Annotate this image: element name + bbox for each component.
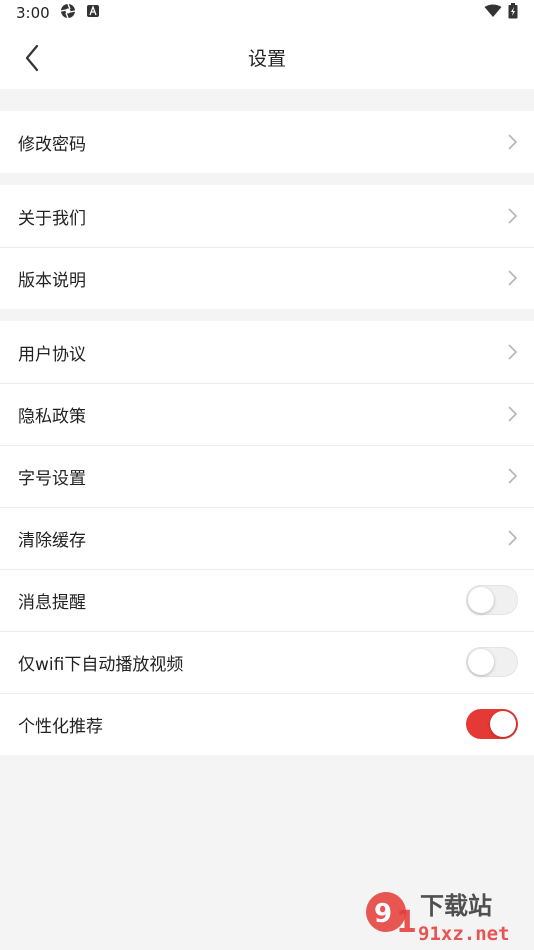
personalized-recommendation-row: 个性化推荐 — [0, 693, 534, 755]
page-title: 设置 — [247, 48, 286, 70]
wifi-autoplay-toggle[interactable] — [466, 647, 518, 677]
settings-group-about: 关于我们 版本说明 — [0, 185, 534, 309]
chevron-right-icon — [508, 468, 518, 484]
about-us-row[interactable]: 关于我们 — [0, 185, 534, 247]
toggle-knob — [490, 711, 516, 737]
aperture-icon — [60, 3, 76, 23]
chevron-left-icon — [25, 44, 39, 71]
back-button[interactable] — [16, 42, 48, 74]
chevron-right-icon — [508, 134, 518, 150]
watermark-logo: 9 1 下载站 91xz.net — [366, 892, 510, 945]
watermark-slogan: 下载站 — [420, 892, 492, 920]
row-label: 用户协议 — [18, 344, 86, 365]
user-agreement-row[interactable]: 用户协议 — [0, 321, 534, 383]
row-label: 消息提醒 — [18, 592, 86, 613]
wifi-autoplay-row: 仅wifi下自动播放视频 — [0, 631, 534, 693]
watermark-url: 91xz.net — [418, 923, 510, 945]
battery-icon — [508, 3, 518, 23]
row-label: 关于我们 — [18, 208, 86, 229]
chevron-right-icon — [508, 406, 518, 422]
change-password-row[interactable]: 修改密码 — [0, 111, 534, 173]
settings-group-account: 修改密码 — [0, 111, 534, 173]
status-time: 3:00 — [16, 4, 50, 22]
toggle-knob — [468, 649, 494, 675]
chevron-right-icon — [508, 344, 518, 360]
row-label: 字号设置 — [18, 468, 86, 489]
wifi-icon — [484, 4, 502, 22]
font-size-settings-row[interactable]: 字号设置 — [0, 445, 534, 507]
row-label: 隐私政策 — [18, 406, 86, 427]
message-reminder-toggle[interactable] — [466, 585, 518, 615]
toggle-knob — [468, 587, 494, 613]
svg-text:1: 1 — [396, 905, 417, 940]
nav-bar: 设置 — [0, 26, 534, 89]
status-bar: 3:00 — [0, 0, 534, 26]
chevron-right-icon — [508, 208, 518, 224]
row-label: 个性化推荐 — [18, 716, 103, 737]
svg-text:9: 9 — [374, 899, 392, 929]
chevron-right-icon — [508, 530, 518, 546]
site-watermark: 9 1 下载站 91xz.net — [360, 886, 530, 946]
row-label: 清除缓存 — [18, 530, 86, 551]
chevron-right-icon — [508, 270, 518, 286]
row-label: 版本说明 — [18, 270, 86, 291]
settings-group-general: 用户协议 隐私政策 字号设置 清除缓存 消息提醒 仅wifi下自动播放视频 个性… — [0, 321, 534, 755]
app-notification-icon — [86, 4, 100, 22]
personalized-recommendation-toggle[interactable] — [466, 709, 518, 739]
clear-cache-row[interactable]: 清除缓存 — [0, 507, 534, 569]
row-label: 仅wifi下自动播放视频 — [18, 654, 184, 675]
row-label: 修改密码 — [18, 134, 86, 155]
version-notes-row[interactable]: 版本说明 — [0, 247, 534, 309]
message-reminder-row: 消息提醒 — [0, 569, 534, 631]
privacy-policy-row[interactable]: 隐私政策 — [0, 383, 534, 445]
